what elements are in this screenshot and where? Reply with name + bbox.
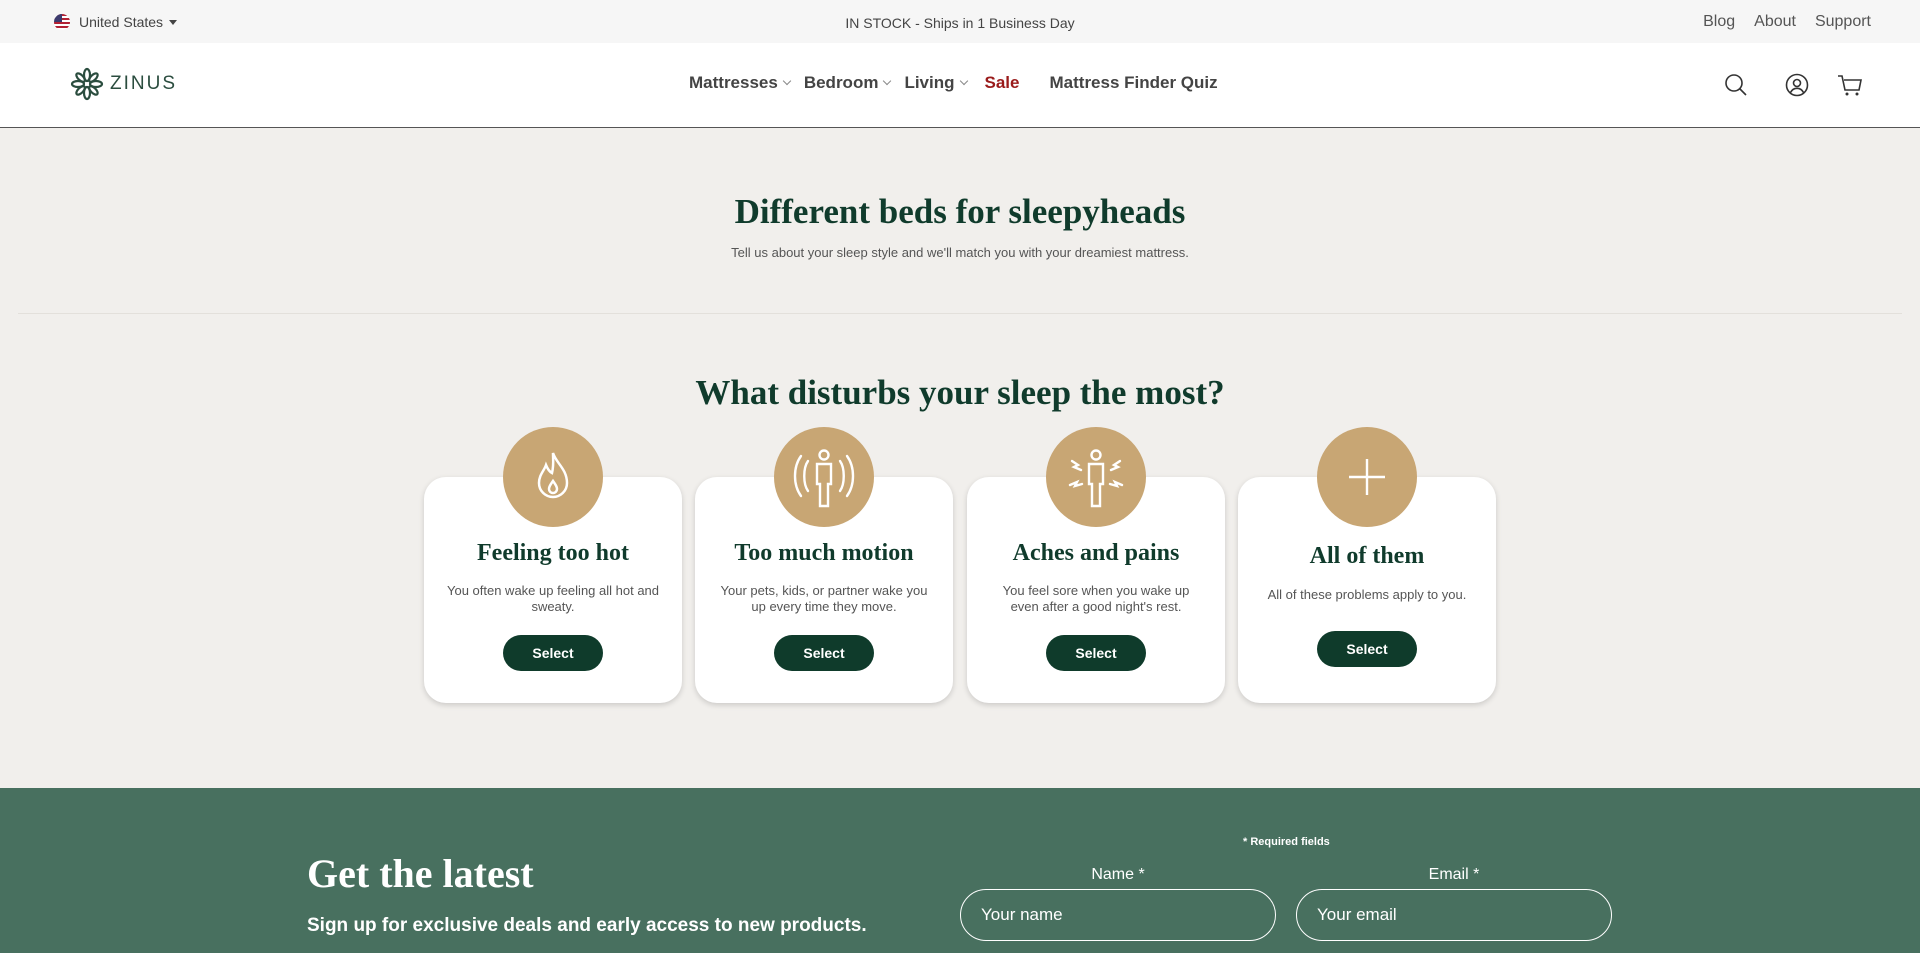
- select-button-motion[interactable]: Select: [774, 635, 874, 671]
- blog-link[interactable]: Blog: [1703, 13, 1735, 31]
- menu-item-sale[interactable]: Sale: [985, 73, 1020, 93]
- chevron-down-icon: [883, 76, 892, 86]
- top-links: Blog About Support: [1703, 13, 1871, 31]
- option-description: You often wake up feeling all hot and sw…: [446, 583, 660, 614]
- required-note: * Required fields: [1243, 836, 1330, 848]
- menu-item-bedroom[interactable]: Bedroom: [803, 73, 892, 93]
- menu-item-quiz[interactable]: Mattress Finder Quiz: [1050, 73, 1218, 93]
- email-label: Email *: [1428, 866, 1480, 883]
- flame-icon: [503, 427, 603, 527]
- select-button-aches[interactable]: Select: [1046, 635, 1146, 671]
- menu-item-living[interactable]: Living: [904, 73, 968, 93]
- option-title: Too much motion: [734, 540, 914, 566]
- stock-message: IN STOCK - Ships in 1 Business Day: [845, 15, 1075, 31]
- menu-label-mattresses: Mattresses: [689, 73, 778, 92]
- name-label: Name *: [1091, 866, 1145, 883]
- newsletter-section: Get the latest Sign up for exclusive dea…: [0, 788, 1920, 953]
- about-link[interactable]: About: [1754, 13, 1796, 31]
- menu-label-living: Living: [904, 73, 955, 92]
- page-title: Different beds for sleepyheads: [734, 192, 1186, 231]
- page-subtitle: Tell us about your sleep style and we'll…: [731, 245, 1189, 260]
- option-description: Your pets, kids, or partner wake you up …: [720, 583, 928, 614]
- option-title: Feeling too hot: [477, 540, 629, 566]
- menu-label-bedroom: Bedroom: [803, 73, 879, 92]
- select-button-hot[interactable]: Select: [503, 635, 603, 671]
- motion-person-icon: [774, 427, 874, 527]
- option-description: All of these problems apply to you.: [1267, 587, 1467, 602]
- menu-item-mattresses[interactable]: Mattresses: [689, 73, 792, 93]
- section-divider: [18, 313, 1902, 314]
- chevron-down-icon: [959, 76, 968, 86]
- main-header: ZINUS Mattresses Bedroom Living Sale Mat…: [0, 43, 1920, 128]
- name-field[interactable]: [960, 889, 1276, 941]
- logo-text: ZINUS: [110, 73, 177, 94]
- leaf-logo-icon: [70, 67, 104, 101]
- zinus-logo[interactable]: ZINUS: [70, 67, 177, 101]
- option-description: You feel sore when you wake up even afte…: [1002, 583, 1190, 614]
- select-button-all[interactable]: Select: [1317, 631, 1417, 667]
- email-field[interactable]: [1296, 889, 1612, 941]
- top-announcement-bar: United States IN STOCK - Ships in 1 Busi…: [0, 0, 1920, 43]
- newsletter-subtitle: Sign up for exclusive deals and early ac…: [307, 915, 867, 936]
- question-title: What disturbs your sleep the most?: [695, 373, 1225, 412]
- account-icon[interactable]: [1785, 73, 1809, 102]
- newsletter-title: Get the latest: [307, 851, 534, 896]
- option-title: Aches and pains: [1012, 540, 1180, 566]
- chevron-down-icon: [782, 76, 792, 86]
- header-icons: [1724, 73, 1863, 102]
- search-icon[interactable]: [1724, 73, 1748, 102]
- main-menu: Mattresses Bedroom Living Sale Mattress …: [689, 73, 1218, 93]
- aches-person-icon: [1046, 427, 1146, 527]
- option-title: All of them: [1309, 543, 1425, 569]
- plus-icon: [1317, 427, 1417, 527]
- support-link[interactable]: Support: [1815, 13, 1871, 31]
- cart-icon[interactable]: [1837, 73, 1863, 102]
